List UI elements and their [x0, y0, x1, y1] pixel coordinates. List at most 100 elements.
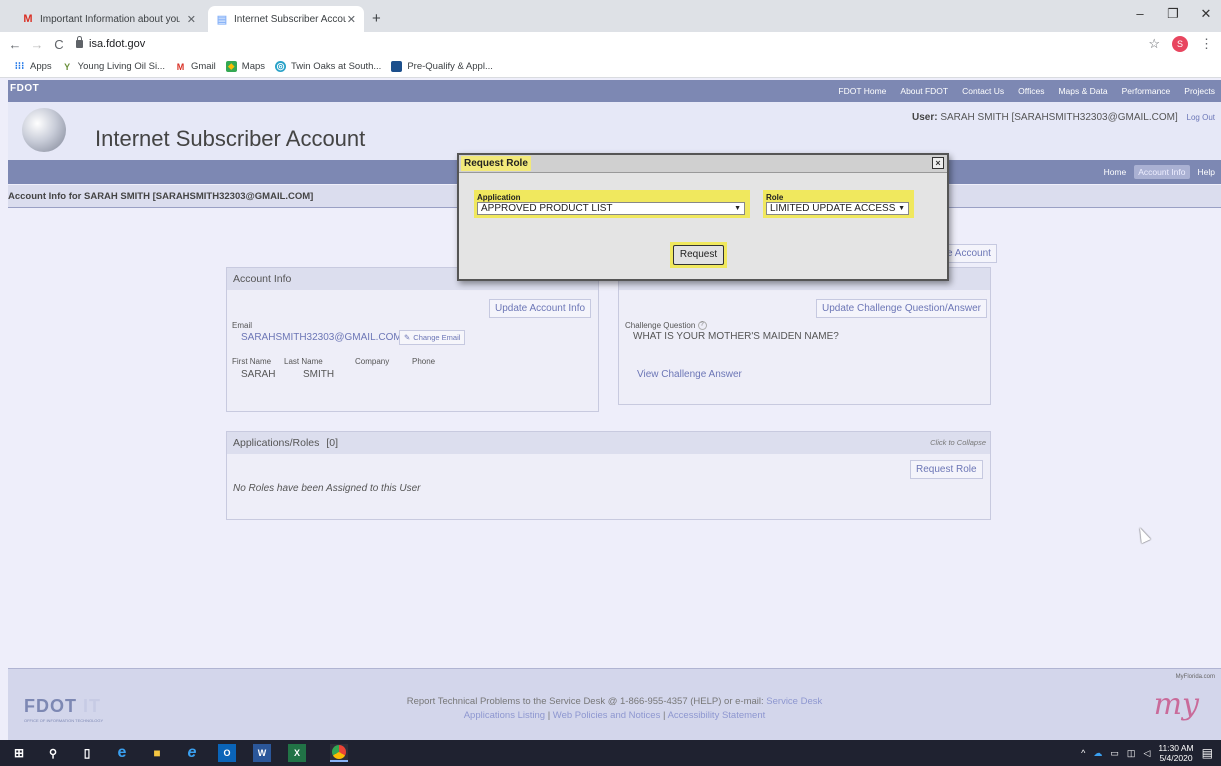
challenge-question-text: Challenge Question: [625, 321, 696, 330]
profile-avatar[interactable]: S: [1172, 36, 1188, 52]
application-select[interactable]: APPROVED PRODUCT LIST ▼: [477, 202, 745, 215]
footer-links: Applications Listing | Web Policies and …: [8, 710, 1221, 721]
back-icon[interactable]: ←: [4, 37, 26, 52]
user-label: User:: [911, 112, 938, 123]
bookmarks-bar: ⁝⁝⁝ Apps Y Young Living Oil Si... M Gmai…: [0, 56, 1221, 78]
applications-roles-panel: Applications/Roles [0] Click to Collapse…: [226, 431, 991, 520]
close-window-icon[interactable]: ✕: [1196, 6, 1216, 22]
dialog-header: Request Role ×: [459, 155, 947, 173]
address-bar: ← → C isa.fdot.gov ☆ S ⋮: [0, 32, 1221, 56]
tab-title: Internet Subscriber Account: [234, 13, 346, 25]
change-email-button[interactable]: ✎ Change Email: [399, 330, 466, 345]
bookmark-apps[interactable]: ⁝⁝⁝ Apps: [14, 61, 52, 72]
page-footer: FDOT IT OFFICE OF INFORMATION TECHNOLOGY…: [8, 668, 1221, 740]
last-name-label: Last Name: [284, 357, 323, 366]
request-role-button[interactable]: Request Role: [910, 460, 983, 479]
panel-title: Applications/Roles: [233, 437, 320, 449]
search-icon[interactable]: ⚲: [44, 744, 62, 762]
subnav-account-info[interactable]: Account Info: [1134, 165, 1190, 179]
new-tab-button[interactable]: +: [372, 10, 381, 27]
user-info: User: SARAH SMITH [SARAHSMITH32303@GMAIL…: [912, 112, 1215, 123]
role-label: Role: [766, 193, 784, 202]
footer-report-line: Report Technical Problems to the Service…: [8, 696, 1221, 707]
collapse-link[interactable]: Click to Collapse: [930, 438, 986, 447]
roles-count: [0]: [326, 437, 338, 449]
bookmark-young-living[interactable]: Y Young Living Oil Si...: [62, 61, 165, 72]
browser-tab-isa[interactable]: ▤ Internet Subscriber Account ✕: [208, 6, 364, 32]
maximize-icon[interactable]: ❐: [1163, 6, 1183, 22]
email-label: Email: [232, 321, 253, 330]
system-tray: ^ ☁ ▭ ◫ ◁ 11:30 AM 5/4/2020 ▤: [1081, 743, 1213, 763]
bookmark-label: Twin Oaks at South...: [291, 61, 382, 72]
excel-icon[interactable]: X: [288, 744, 306, 762]
forward-icon[interactable]: →: [26, 37, 48, 52]
accessibility-link[interactable]: Accessibility Statement: [668, 710, 766, 721]
globe-logo-icon: [22, 108, 66, 152]
role-select[interactable]: LIMITED UPDATE ACCESS ▼: [766, 202, 909, 215]
account-heading: Account Info for SARAH SMITH [SARAHSMITH…: [8, 191, 314, 202]
request-button[interactable]: Request: [673, 245, 724, 265]
twin-oaks-icon: ◎: [275, 61, 287, 72]
nav-contact-us[interactable]: Contact Us: [962, 86, 1004, 96]
no-roles-message: No Roles have been Assigned to this User: [233, 483, 421, 494]
reload-icon[interactable]: C: [48, 37, 70, 52]
view-challenge-answer-link[interactable]: View Challenge Answer: [637, 369, 742, 380]
chevron-up-icon[interactable]: ^: [1081, 748, 1085, 758]
bookmark-prequalify[interactable]: Pre-Qualify & Appl...: [391, 61, 493, 72]
display-icon[interactable]: ◫: [1127, 748, 1136, 759]
onedrive-icon[interactable]: ☁: [1093, 748, 1102, 759]
nav-projects[interactable]: Projects: [1184, 86, 1215, 96]
notifications-icon[interactable]: ▤: [1202, 746, 1213, 760]
volume-icon[interactable]: ◁: [1143, 748, 1150, 759]
subnav-help[interactable]: Help: [1198, 167, 1215, 177]
web-policies-link[interactable]: Web Policies and Notices: [553, 710, 661, 721]
roles-header[interactable]: Applications/Roles [0] Click to Collapse: [227, 432, 990, 454]
close-tab-icon[interactable]: ✕: [187, 13, 196, 26]
close-icon[interactable]: ×: [932, 157, 944, 169]
first-name-value: SARAH: [241, 369, 276, 380]
task-view-icon[interactable]: ▯: [78, 744, 96, 762]
bookmark-label: Pre-Qualify & Appl...: [407, 61, 493, 72]
last-name-value: SMITH: [303, 369, 335, 380]
nav-maps-data[interactable]: Maps & Data: [1058, 86, 1107, 96]
help-icon[interactable]: ?: [697, 321, 707, 330]
bookmark-gmail[interactable]: M Gmail: [175, 61, 216, 72]
applications-listing-link[interactable]: Applications Listing: [464, 710, 545, 721]
chrome-icon[interactable]: [330, 744, 348, 762]
subnav-home[interactable]: Home: [1104, 167, 1127, 177]
chevron-down-icon: ▼: [898, 205, 905, 212]
email-value: SARAHSMITH32303@GMAIL.COM: [241, 332, 402, 343]
nav-offices[interactable]: Offices: [1018, 86, 1044, 96]
url-field[interactable]: isa.fdot.gov: [76, 36, 145, 50]
bookmark-twin-oaks[interactable]: ◎ Twin Oaks at South...: [275, 61, 381, 72]
update-account-info-button[interactable]: Update Account Info: [489, 299, 592, 318]
update-challenge-button[interactable]: Update Challenge Question/Answer: [816, 299, 987, 318]
windows-start-icon[interactable]: ⊞: [10, 744, 28, 762]
outlook-icon[interactable]: O: [218, 744, 236, 762]
minimize-icon[interactable]: –: [1130, 6, 1150, 21]
file-explorer-icon[interactable]: ■: [148, 744, 166, 762]
menu-dots-icon[interactable]: ⋮: [1200, 36, 1213, 52]
bookmark-star-icon[interactable]: ☆: [1148, 36, 1160, 52]
site-header: Internet Subscriber Account User: SARAH …: [8, 102, 1221, 160]
first-name-label: First Name: [232, 357, 272, 366]
prequalify-icon: [391, 61, 403, 72]
nav-about-fdot[interactable]: About FDOT: [900, 86, 948, 96]
bookmark-maps[interactable]: ⬥ Maps: [225, 61, 265, 72]
browser-tab-gmail[interactable]: M Important Information about you ✕: [14, 6, 204, 32]
gmail-icon: M: [176, 61, 185, 72]
internet-explorer-icon[interactable]: e: [183, 744, 201, 762]
challenge-question-value: WHAT IS YOUR MOTHER'S MAIDEN NAME?: [633, 331, 839, 342]
fdot-logo[interactable]: FDOT: [10, 83, 39, 94]
nav-fdot-home[interactable]: FDOT Home: [838, 86, 886, 96]
close-tab-icon[interactable]: ✕: [347, 13, 356, 26]
word-icon[interactable]: W: [253, 744, 271, 762]
logout-link[interactable]: Log Out: [1187, 113, 1215, 122]
myflorida-url[interactable]: MyFlorida.com: [1176, 674, 1215, 680]
network-icon[interactable]: ▭: [1110, 748, 1119, 759]
service-desk-link[interactable]: Service Desk: [766, 696, 822, 707]
nav-performance[interactable]: Performance: [1122, 86, 1171, 96]
taskbar-clock[interactable]: 11:30 AM 5/4/2020: [1158, 743, 1193, 763]
edge-icon[interactable]: e: [113, 744, 131, 762]
myflorida-logo[interactable]: my: [1154, 687, 1199, 722]
